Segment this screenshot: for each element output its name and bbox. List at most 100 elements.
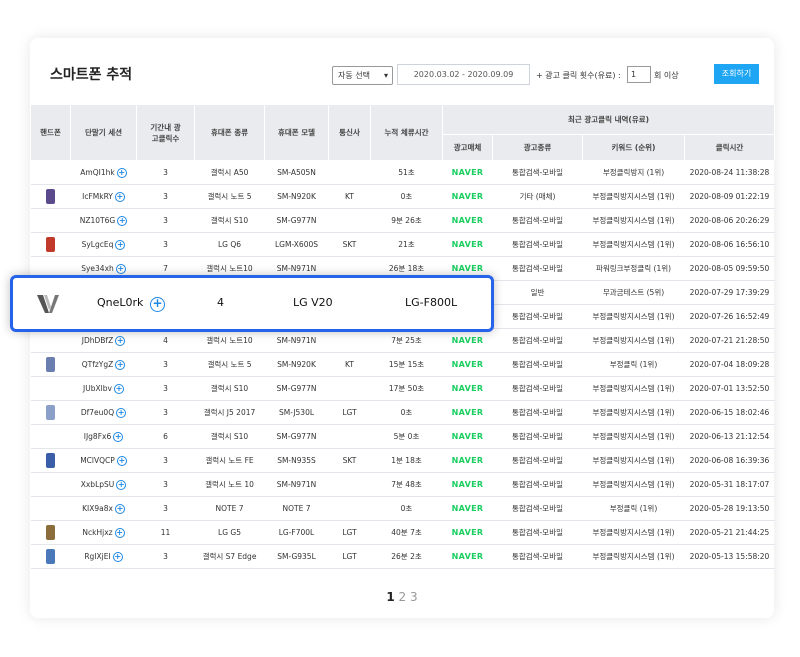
- highlight-phone-model: LG-F800L: [405, 296, 458, 309]
- table-row[interactable]: RgIXjEI +3 갤럭시 S7 Edge SM-G935L LGT 26분 2초 NAV…: [30, 544, 775, 569]
- dwell-time-cell: 40분 7초: [370, 520, 443, 545]
- ad-type-cell: 통합검색-모바일: [492, 472, 583, 497]
- ad-type-cell: 통합검색-모바일: [492, 256, 583, 281]
- dwell-time-cell: 15분 15초: [370, 352, 443, 377]
- phone-model-cell: SM-G935L: [264, 544, 329, 569]
- expand-session-icon[interactable]: +: [112, 551, 123, 562]
- lg-phone-icon: [46, 237, 55, 252]
- naver-label: NAVER: [451, 264, 484, 273]
- session-cell: RgIXjEI +: [70, 544, 137, 569]
- expand-session-icon[interactable]: +: [115, 359, 126, 370]
- expand-session-icon[interactable]: +: [114, 503, 125, 514]
- dwell-time-cell: 17분 50초: [370, 376, 443, 401]
- carrier-cell: [328, 424, 371, 449]
- phone-type-cell: 갤럭시 J5 2017: [194, 400, 265, 425]
- table-row[interactable]: MClVQCP +3 갤럭시 노트 FE SM-N935S SKT 1분 18초 NAVER…: [30, 448, 775, 473]
- table-row[interactable]: SyLgcEq +3 LG Q6 LGM-X600S SKT 21초 NAVER 통합검색-모…: [30, 232, 775, 257]
- keyword-cell: 부정클릭방지시스템 (1위): [582, 472, 685, 497]
- ad-type-cell: 통합검색-모바일: [492, 544, 583, 569]
- ad-media-cell: NAVER: [442, 376, 493, 401]
- expand-session-icon[interactable]: +: [114, 191, 125, 202]
- session-cell: SyLgcEq +: [70, 232, 137, 257]
- page-3-link[interactable]: 3: [410, 590, 418, 604]
- phone-cell: [30, 424, 71, 449]
- expand-session-icon[interactable]: +: [116, 167, 127, 178]
- expand-session-icon[interactable]: +: [113, 383, 124, 394]
- click-time-cell: 2020-05-13 15:58:20: [684, 544, 775, 569]
- keyword-cell: 부정클릭방지시스템 (1위): [582, 448, 685, 473]
- phone-cell: [30, 328, 71, 353]
- header-keyword: 키워드 (순위): [582, 134, 685, 161]
- phone-cell: [30, 232, 71, 257]
- expand-session-icon[interactable]: +: [116, 407, 127, 418]
- click-count-input[interactable]: 1: [627, 66, 651, 83]
- expand-session-icon[interactable]: +: [113, 431, 124, 442]
- session-cell: MClVQCP +: [70, 448, 137, 473]
- expand-session-icon[interactable]: +: [114, 527, 125, 538]
- header-phone: 핸드폰: [30, 104, 71, 161]
- phone-model-cell: SM-J530L: [264, 400, 329, 425]
- session-id: KIX9a8x: [82, 503, 113, 513]
- table-row[interactable]: IcFMkRY +3 갤럭시 노트 5 SM-N920K KT 0초 NAVER 기타 (매체…: [30, 184, 775, 209]
- keyword-cell: 부정클릭 (1위): [582, 352, 685, 377]
- highlighted-session-row[interactable]: QneL0rk + 4 LG V20 LG-F800L: [10, 275, 494, 332]
- expand-session-icon[interactable]: +: [115, 263, 126, 274]
- session-id: Df7eu0Q: [80, 407, 115, 417]
- carrier-cell: LGT: [328, 520, 371, 545]
- phone-type-cell: 갤럭시 S7 Edge: [194, 544, 265, 569]
- phone-cell: [30, 184, 71, 209]
- header-dwell: 누적 체류시간: [370, 104, 443, 161]
- page-2-link[interactable]: 2: [399, 590, 407, 604]
- dwell-time-cell: 7분 25초: [370, 328, 443, 353]
- expand-session-icon[interactable]: +: [117, 215, 128, 226]
- dwell-time-cell: 1분 18초: [370, 448, 443, 473]
- table-row[interactable]: IJg8Fx6 +6 갤럭시 S10 SM-G977N 5분 0초 NAVER 통합검색-모…: [30, 424, 775, 449]
- ad-media-cell: NAVER: [442, 352, 493, 377]
- click-count-cell: 4: [136, 328, 195, 353]
- page-1-link[interactable]: 1: [386, 590, 394, 604]
- table-row[interactable]: AmQI1hk +3 갤럭시 A50 SM-A505N 51초 NAVER 통합검색-모바일…: [30, 160, 775, 185]
- table-row[interactable]: NZ10T6G +3 갤럭시 S10 SM-G977N 9분 26초 NAVER 통합검색-…: [30, 208, 775, 233]
- table-row[interactable]: XxbLpSU +3 갤럭시 노트 10 SM-N971N 7분 48초 NAVER 통합검…: [30, 472, 775, 497]
- table-row[interactable]: Df7eu0Q +3 갤럭시 J5 2017 SM-J530L LGT 0초 NAVER 통합…: [30, 400, 775, 425]
- expand-session-icon[interactable]: +: [115, 239, 126, 250]
- naver-label: NAVER: [451, 168, 484, 177]
- expand-session-icon[interactable]: +: [150, 297, 165, 312]
- phone-type-cell: 갤럭시 노트 5: [194, 184, 265, 209]
- ad-type-cell: 통합검색-모바일: [492, 208, 583, 233]
- header-phone-model: 휴대폰 모델: [264, 104, 329, 161]
- expand-session-icon[interactable]: +: [116, 479, 127, 490]
- session-cell: NckHjxz +: [70, 520, 137, 545]
- search-button[interactable]: 조회하기: [714, 64, 759, 84]
- galaxy-phone-icon: [46, 405, 55, 420]
- click-time-cell: 2020-07-04 18:09:28: [684, 352, 775, 377]
- ad-type-cell: 통합검색-모바일: [492, 328, 583, 353]
- keyword-cell: 부정클릭방지시스템 (1위): [582, 184, 685, 209]
- session-id: MClVQCP: [80, 455, 115, 465]
- table-row[interactable]: NckHjxz +11 LG G5 LG-F700L LGT 40분 7초 NAVER 통합검…: [30, 520, 775, 545]
- table-row[interactable]: KIX9a8x +3 NOTE 7 NOTE 7 0초 NAVER 통합검색-모바일 부정클릭…: [30, 496, 775, 521]
- carrier-cell: KT: [328, 184, 371, 209]
- session-id: RgIXjEI: [84, 551, 111, 561]
- table-row[interactable]: JDhDBfZ +4 갤럭시 노트10 SM-N971N 7분 25초 NAVER 통합검색…: [30, 328, 775, 353]
- dwell-time-cell: 0초: [370, 400, 443, 425]
- expand-session-icon[interactable]: +: [115, 335, 126, 346]
- phone-cell: [30, 376, 71, 401]
- phone-model-cell: SM-N971N: [264, 472, 329, 497]
- table-row[interactable]: JUbXlbv +3 갤럭시 S10 SM-G977N 17분 50초 NAVER 통합검색…: [30, 376, 775, 401]
- ad-media-cell: NAVER: [442, 328, 493, 353]
- date-range-input[interactable]: 2020.03.02 - 2020.09.09: [397, 64, 530, 85]
- keyword-cell: 부정클릭방지시스템 (1위): [582, 424, 685, 449]
- expand-session-icon[interactable]: +: [116, 455, 127, 466]
- session-id: SyLgcEq: [81, 239, 114, 249]
- ad-media-cell: NAVER: [442, 160, 493, 185]
- ad-media-cell: NAVER: [442, 424, 493, 449]
- session-id: QTfzYgZ: [81, 359, 114, 369]
- phone-type-cell: 갤럭시 S10: [194, 208, 265, 233]
- auto-select-dropdown[interactable]: 자동 선택 ▾: [332, 66, 393, 85]
- session-id: IcFMkRY: [82, 191, 113, 201]
- header-period-clicks-label: 기간내 광고클릭수: [150, 122, 181, 143]
- carrier-cell: [328, 496, 371, 521]
- table-row[interactable]: QTfzYgZ +3 갤럭시 노트 5 SM-N920K KT 15분 15초 NAVER 통…: [30, 352, 775, 377]
- phone-model-cell: SM-N935S: [264, 448, 329, 473]
